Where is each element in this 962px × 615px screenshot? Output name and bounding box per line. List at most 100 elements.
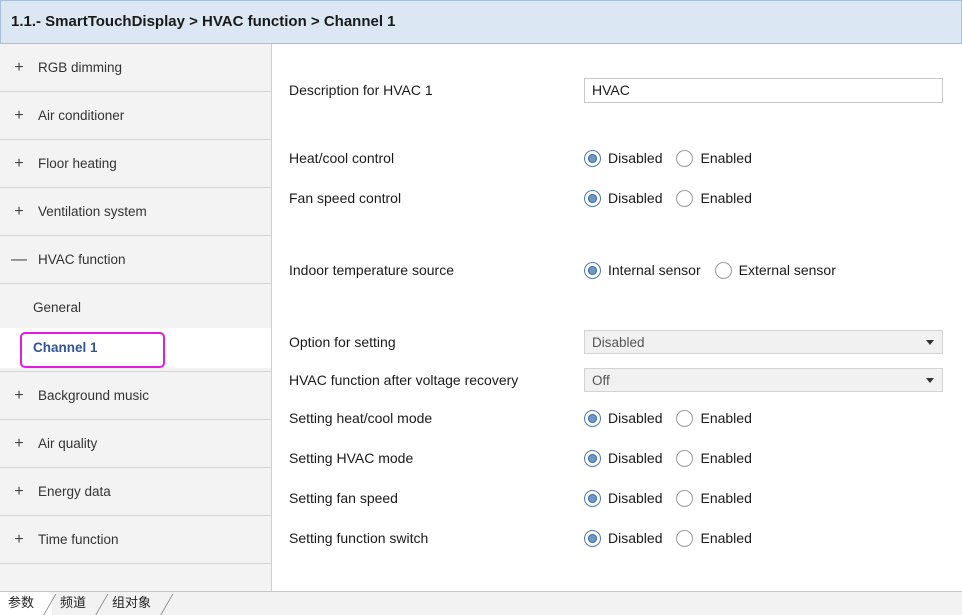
sidebar-item-label: RGB dimming (38, 60, 123, 75)
expand-icon: + (14, 386, 24, 404)
chevron-down-icon (926, 340, 934, 345)
setting-function-switch-label: Setting function switch (289, 530, 429, 546)
heat-cool-control-enabled-radio[interactable]: Enabled (676, 149, 752, 167)
expand-icon: + (14, 202, 24, 220)
radio-label: Disabled (608, 190, 663, 206)
setting-hvac-mode-enabled-radio[interactable]: Enabled (676, 449, 752, 467)
after-voltage-recovery-label: HVAC function after voltage recovery (289, 372, 519, 388)
dropdown-value: Disabled (592, 334, 645, 350)
sidebar-item-rgb-dimming[interactable]: + RGB dimming (0, 44, 271, 92)
sidebar-item-background-music[interactable]: + Background music (0, 372, 271, 420)
radio-unchecked-icon (676, 489, 694, 507)
row-setting-function-switch: Setting function switch Disabled Enabled (273, 523, 962, 553)
fan-speed-control-label: Fan speed control (289, 190, 402, 206)
sidebar-subitem-general[interactable]: General (0, 288, 271, 328)
radio-unchecked-icon (676, 409, 694, 427)
expand-icon: + (14, 434, 24, 452)
tab-channels[interactable]: 频道 (52, 592, 104, 615)
sidebar-item-air-conditioner[interactable]: + Air conditioner (0, 92, 271, 140)
setting-function-switch-radio-group: Disabled Enabled (584, 529, 766, 547)
setting-function-switch-enabled-radio[interactable]: Enabled (676, 529, 752, 547)
internal-sensor-radio[interactable]: Internal sensor (584, 261, 701, 279)
sidebar-item-label: Ventilation system (38, 204, 147, 219)
radio-checked-icon (584, 449, 601, 467)
indoor-temperature-source-radio-group: Internal sensor External sensor (584, 261, 850, 279)
sidebar-item-floor-heating[interactable]: + Floor heating (0, 140, 271, 188)
radio-label: Enabled (700, 450, 752, 466)
expand-icon: + (14, 482, 24, 500)
row-setting-fan-speed: Setting fan speed Disabled Enabled (273, 483, 962, 513)
sidebar-item-label: HVAC function (38, 252, 126, 267)
expand-icon: + (14, 530, 24, 548)
row-option-for-setting: Option for setting Disabled (273, 327, 962, 357)
setting-heat-cool-mode-label: Setting heat/cool mode (289, 410, 433, 426)
radio-checked-icon (584, 529, 601, 547)
radio-label: Disabled (608, 450, 663, 466)
radio-unchecked-icon (714, 261, 732, 279)
radio-label: Enabled (700, 150, 752, 166)
row-indoor-temperature-source: Indoor temperature source Internal senso… (273, 255, 962, 285)
parameter-panel: Description for HVAC 1 Heat/cool control… (273, 44, 962, 591)
heat-cool-control-label: Heat/cool control (289, 150, 395, 166)
radio-label: Internal sensor (608, 262, 701, 278)
radio-label: Enabled (700, 410, 752, 426)
expand-icon: + (14, 154, 24, 172)
sidebar-item-energy-data[interactable]: + Energy data (0, 468, 271, 516)
setting-function-switch-disabled-radio[interactable]: Disabled (584, 529, 662, 547)
sidebar-item-label: Background music (38, 388, 150, 403)
dropdown-value: Off (592, 372, 610, 388)
sidebar-item-label: Air conditioner (38, 108, 125, 123)
setting-hvac-mode-label: Setting HVAC mode (289, 450, 414, 466)
description-label: Description for HVAC 1 (289, 82, 433, 98)
radio-checked-icon (584, 261, 601, 279)
description-input[interactable] (584, 77, 943, 103)
radio-checked-icon (584, 489, 601, 507)
fan-speed-control-enabled-radio[interactable]: Enabled (676, 189, 752, 207)
chevron-down-icon (926, 378, 934, 383)
sidebar-item-hvac-function[interactable]: — HVAC function (0, 236, 271, 284)
indoor-temperature-source-label: Indoor temperature source (289, 262, 454, 278)
radio-unchecked-icon (676, 189, 694, 207)
fan-speed-control-disabled-radio[interactable]: Disabled (584, 189, 663, 207)
setting-fan-speed-enabled-radio[interactable]: Enabled (676, 489, 752, 507)
setting-fan-speed-label: Setting fan speed (289, 490, 398, 506)
radio-label: Disabled (608, 150, 663, 166)
sidebar-item-air-quality[interactable]: + Air quality (0, 420, 271, 468)
collapse-icon: — (11, 250, 27, 268)
row-heat-cool-control: Heat/cool control Disabled Enabled (273, 143, 962, 173)
setting-hvac-mode-radio-group: Disabled Enabled (584, 449, 766, 467)
heat-cool-control-disabled-radio[interactable]: Disabled (584, 149, 663, 167)
after-voltage-recovery-dropdown[interactable]: Off (584, 368, 943, 392)
option-for-setting-dropdown[interactable]: Disabled (584, 330, 943, 354)
sidebar-item-label: Air quality (38, 436, 98, 451)
row-fan-speed-control: Fan speed control Disabled Enabled (273, 183, 962, 213)
radio-checked-icon (584, 189, 601, 207)
row-setting-heat-cool-mode: Setting heat/cool mode Disabled Enabled (273, 403, 962, 433)
radio-unchecked-icon (676, 149, 694, 167)
radio-label: External sensor (738, 262, 836, 278)
sidebar-item-time-function[interactable]: + Time function (0, 516, 271, 564)
setting-hvac-mode-disabled-radio[interactable]: Disabled (584, 449, 663, 467)
setting-heat-cool-mode-disabled-radio[interactable]: Disabled (584, 409, 662, 427)
breadcrumb-title: 1.1.- SmartTouchDisplay > HVAC function … (0, 0, 962, 44)
sidebar-item-ventilation-system[interactable]: + Ventilation system (0, 188, 271, 236)
row-after-voltage-recovery: HVAC function after voltage recovery Off (273, 365, 962, 395)
radio-checked-icon (584, 149, 601, 167)
sidebar-item-label: Energy data (38, 484, 111, 499)
heat-cool-control-radio-group: Disabled Enabled (584, 149, 766, 167)
external-sensor-radio[interactable]: External sensor (714, 261, 836, 279)
row-setting-hvac-mode: Setting HVAC mode Disabled Enabled (273, 443, 962, 473)
tab-parameters[interactable]: 参数 (0, 592, 53, 615)
radio-label: Enabled (700, 190, 752, 206)
tab-group-objects[interactable]: 组对象 (104, 592, 169, 615)
sidebar-item-label: Floor heating (38, 156, 117, 171)
setting-heat-cool-mode-enabled-radio[interactable]: Enabled (676, 409, 752, 427)
sidebar-subitem-channel-1[interactable]: Channel 1 (0, 328, 271, 368)
fan-speed-control-radio-group: Disabled Enabled (584, 189, 766, 207)
setting-fan-speed-disabled-radio[interactable]: Disabled (584, 489, 662, 507)
radio-unchecked-icon (676, 529, 694, 547)
sidebar-subgroup-hvac: General Channel 1 (0, 284, 271, 372)
bottom-tab-bar: 参数 频道 组对象 (0, 591, 962, 615)
row-description: Description for HVAC 1 (273, 75, 962, 105)
setting-heat-cool-mode-radio-group: Disabled Enabled (584, 409, 766, 427)
